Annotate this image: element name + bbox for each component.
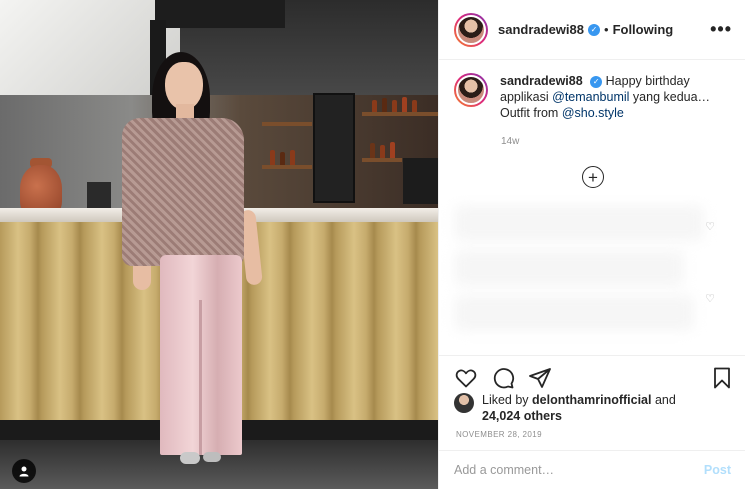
photo-bottle	[290, 150, 295, 165]
mention-link[interactable]: @sho.style	[562, 106, 624, 120]
following-button[interactable]: Following	[613, 22, 674, 37]
author-username[interactable]: sandradewi88	[498, 22, 584, 37]
caption-author[interactable]: sandradewi88	[500, 74, 583, 88]
verified-badge-icon: ✓	[588, 23, 600, 36]
likes-text: Liked by delonthamrinofficial and 24,024…	[482, 392, 676, 424]
verified-badge-icon: ✓	[590, 76, 603, 88]
blurred-comment	[454, 205, 704, 241]
liker-avatar[interactable]	[454, 393, 474, 413]
blurred-comment	[454, 250, 684, 286]
caption-part: Outfit from	[500, 106, 562, 120]
photo-bottle	[380, 145, 385, 158]
caption-text: sandradewi88 ✓ Happy birthday applikasi …	[500, 73, 739, 121]
post-actions	[439, 355, 745, 395]
more-options-icon[interactable]: •••	[710, 19, 732, 40]
mention-link[interactable]: @temanbumil	[552, 90, 629, 104]
photo-bottle	[412, 100, 417, 112]
post-side-panel: sandradewi88 ✓ • Following ••• sandradew…	[438, 0, 745, 489]
comment-input[interactable]	[454, 463, 704, 477]
photo-menu-board	[403, 158, 438, 204]
caption-age: 14w	[501, 136, 520, 147]
photo-bottle	[270, 150, 275, 165]
header-separator: •	[604, 22, 609, 37]
photo-bottle	[370, 143, 375, 158]
likes-summary: Liked by delonthamrinofficial and 24,024…	[454, 392, 676, 424]
photo-shelf	[362, 158, 402, 162]
photo-beam	[155, 0, 285, 28]
photo-bottle	[382, 98, 387, 112]
load-more-comments-button[interactable]: +	[582, 166, 604, 188]
blurred-comments: ♡ ♡	[439, 195, 739, 355]
user-tag-icon[interactable]	[12, 459, 36, 483]
blurred-comment	[454, 295, 694, 331]
post-date[interactable]: NOVEMBER 28, 2019	[456, 430, 542, 439]
caption-part: yang kedua…	[629, 90, 711, 104]
photo-shelf	[262, 122, 312, 126]
post-photo[interactable]	[0, 0, 438, 489]
liked-by-prefix: Liked by	[482, 393, 533, 407]
photo-bottle	[402, 97, 407, 112]
photo-menu-board	[313, 93, 355, 203]
photo-bottle	[280, 152, 285, 165]
heart-icon[interactable]	[454, 366, 478, 390]
figure-pants-gap	[199, 300, 202, 455]
post-header: sandradewi88 ✓ • Following •••	[439, 0, 745, 60]
figure-face	[165, 62, 203, 110]
caption-author-avatar[interactable]	[454, 73, 488, 107]
comment-like-icon[interactable]: ♡	[705, 292, 715, 305]
likes-count[interactable]: 24,024 others	[482, 409, 562, 423]
photo-bottle	[392, 100, 397, 112]
share-icon[interactable]	[528, 366, 552, 390]
figure-shoe	[180, 452, 200, 464]
photo-bottle	[390, 142, 395, 158]
bookmark-icon[interactable]	[710, 366, 734, 390]
comment-icon[interactable]	[491, 366, 515, 390]
post-caption: sandradewi88 ✓ Happy birthday applikasi …	[454, 73, 739, 121]
photo-bottle	[372, 100, 377, 112]
comment-like-icon[interactable]: ♡	[705, 220, 715, 233]
figure-blouse	[122, 118, 244, 266]
liked-by-and: and	[651, 393, 676, 407]
figure-shoe	[203, 452, 221, 462]
liked-by-user[interactable]: delonthamrinofficial	[532, 393, 651, 407]
photo-shelf	[362, 112, 438, 116]
comment-bar: Post	[439, 450, 745, 489]
author-avatar[interactable]	[454, 12, 488, 47]
photo-shelf	[262, 165, 312, 169]
post-comment-button[interactable]: Post	[704, 463, 731, 477]
